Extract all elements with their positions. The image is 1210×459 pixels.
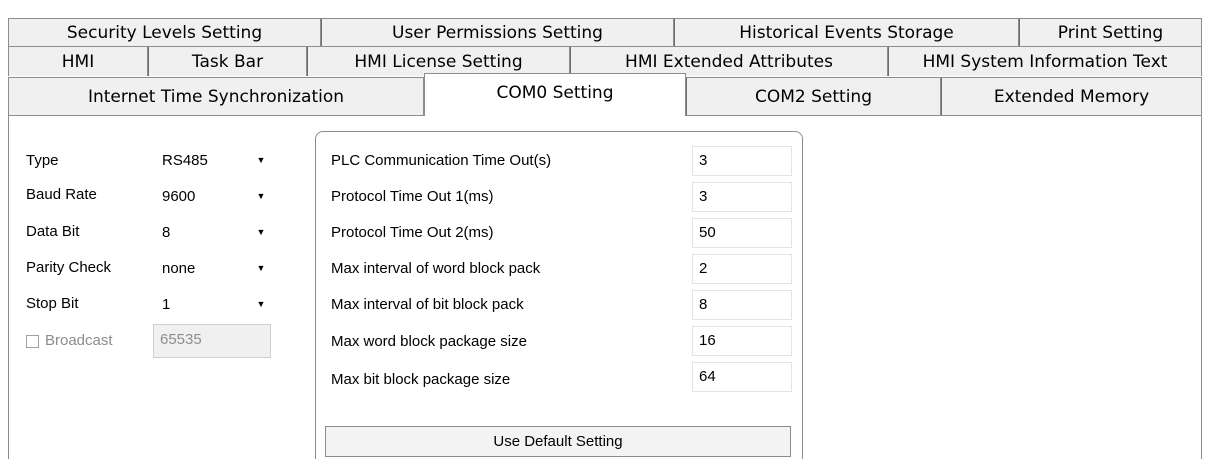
tab-label: User Permissions Setting xyxy=(392,22,603,43)
word-block-size-input[interactable]: 16 xyxy=(692,326,792,356)
tab-extended-memory[interactable]: Extended Memory xyxy=(941,77,1202,116)
tab-task-bar[interactable]: Task Bar xyxy=(148,46,307,76)
type-label: Type xyxy=(26,152,59,169)
plc-timeout-label: PLC Communication Time Out(s) xyxy=(331,152,552,169)
use-default-setting-label: Use Default Setting xyxy=(493,433,623,450)
tab-print-setting[interactable]: Print Setting xyxy=(1019,18,1202,46)
stop-bit-value: 1 xyxy=(162,295,171,313)
broadcast-address-field[interactable]: 65535 xyxy=(153,324,271,358)
word-block-size-label: Max word block package size xyxy=(331,333,527,350)
tab-label: Security Levels Setting xyxy=(66,22,263,43)
word-block-size-value: 16 xyxy=(699,332,716,349)
protocol-timeout-1-input[interactable]: 3 xyxy=(692,182,792,212)
protocol-timeout-2-value: 50 xyxy=(699,224,716,241)
use-default-setting-button[interactable]: Use Default Setting xyxy=(325,426,791,457)
tab-label: HMI License Setting xyxy=(354,51,523,72)
stop-bit-select[interactable]: 1 ▼ xyxy=(155,290,272,318)
tab-row-1: Security Levels Setting User Permissions… xyxy=(8,18,1202,46)
data-bit-select[interactable]: 8 ▼ xyxy=(155,218,272,246)
protocol-timeout-2-label: Protocol Time Out 2(ms) xyxy=(331,224,494,241)
data-bit-value: 8 xyxy=(162,223,171,241)
broadcast-checkbox-icon[interactable] xyxy=(26,335,39,348)
word-block-interval-label: Max interval of word block pack xyxy=(331,260,541,277)
parity-check-select[interactable]: none ▼ xyxy=(155,254,272,282)
tab-label: Internet Time Synchronization xyxy=(87,87,345,107)
tab-label: HMI xyxy=(61,51,95,72)
bit-block-size-label: Max bit block package size xyxy=(331,371,511,388)
bit-block-interval-value: 8 xyxy=(699,296,708,313)
tab-label: COM2 Setting xyxy=(754,87,872,107)
bit-block-interval-label: Max interval of bit block pack xyxy=(331,296,524,313)
com0-settings-pane: Type RS485 ▼ Baud Rate 9600 ▼ Data Bit 8… xyxy=(8,115,1202,459)
dropdown-arrow-icon: ▼ xyxy=(256,227,266,237)
settings-dialog: Security Levels Setting User Permissions… xyxy=(8,10,1202,459)
dropdown-arrow-icon: ▼ xyxy=(256,299,266,309)
tab-label: Task Bar xyxy=(191,51,264,72)
baud-rate-label: Baud Rate xyxy=(26,186,97,203)
dropdown-arrow-icon: ▼ xyxy=(256,191,266,201)
protocol-timeout-2-input[interactable]: 50 xyxy=(692,218,792,248)
tab-hmi-extended-attributes[interactable]: HMI Extended Attributes xyxy=(570,46,888,76)
broadcast-label: Broadcast xyxy=(45,332,113,349)
tab-label: Historical Events Storage xyxy=(739,22,954,43)
tab-row-3: Internet Time Synchronization COM0 Setti… xyxy=(8,73,1202,116)
word-block-interval-value: 2 xyxy=(699,260,708,277)
bit-block-size-value: 64 xyxy=(699,368,716,385)
protocol-timeout-1-label: Protocol Time Out 1(ms) xyxy=(331,188,494,205)
parity-check-value: none xyxy=(162,259,196,277)
tab-com2-setting[interactable]: COM2 Setting xyxy=(686,77,941,116)
tab-label: Extended Memory xyxy=(993,87,1150,107)
plc-timeout-value: 3 xyxy=(699,152,708,169)
tab-internet-time-synchronization[interactable]: Internet Time Synchronization xyxy=(8,77,424,116)
stop-bit-label: Stop Bit xyxy=(26,295,79,312)
baud-rate-value: 9600 xyxy=(162,187,196,205)
tab-historical-events-storage[interactable]: Historical Events Storage xyxy=(674,18,1019,46)
parity-check-label: Parity Check xyxy=(26,259,112,276)
plc-timeout-input[interactable]: 3 xyxy=(692,146,792,176)
tab-hmi-license-setting[interactable]: HMI License Setting xyxy=(307,46,570,76)
bit-block-interval-input[interactable]: 8 xyxy=(692,290,792,320)
broadcast-address-value: 65535 xyxy=(160,331,202,348)
tab-label: HMI System Information Text xyxy=(922,51,1168,72)
tab-label: HMI Extended Attributes xyxy=(625,51,833,72)
dropdown-arrow-icon: ▼ xyxy=(256,155,266,165)
tab-user-permissions-setting[interactable]: User Permissions Setting xyxy=(321,18,674,46)
timing-group-box: PLC Communication Time Out(s) 3 Protocol… xyxy=(315,131,803,459)
protocol-timeout-1-value: 3 xyxy=(699,188,708,205)
tab-hmi-system-information-text[interactable]: HMI System Information Text xyxy=(888,46,1202,76)
tab-row-2: HMI Task Bar HMI License Setting HMI Ext… xyxy=(8,46,1202,76)
bit-block-size-input[interactable]: 64 xyxy=(692,362,792,392)
tab-com0-setting[interactable]: COM0 Setting xyxy=(424,73,686,116)
type-select[interactable]: RS485 ▼ xyxy=(155,146,272,174)
data-bit-label: Data Bit xyxy=(26,223,80,240)
tab-hmi[interactable]: HMI xyxy=(8,46,148,76)
type-value: RS485 xyxy=(162,151,208,169)
dropdown-arrow-icon: ▼ xyxy=(256,263,266,273)
baud-rate-select[interactable]: 9600 ▼ xyxy=(155,182,272,210)
tab-security-levels-setting[interactable]: Security Levels Setting xyxy=(8,18,321,46)
tab-label: Print Setting xyxy=(1057,22,1164,43)
word-block-interval-input[interactable]: 2 xyxy=(692,254,792,284)
tab-label: COM0 Setting xyxy=(496,83,614,103)
